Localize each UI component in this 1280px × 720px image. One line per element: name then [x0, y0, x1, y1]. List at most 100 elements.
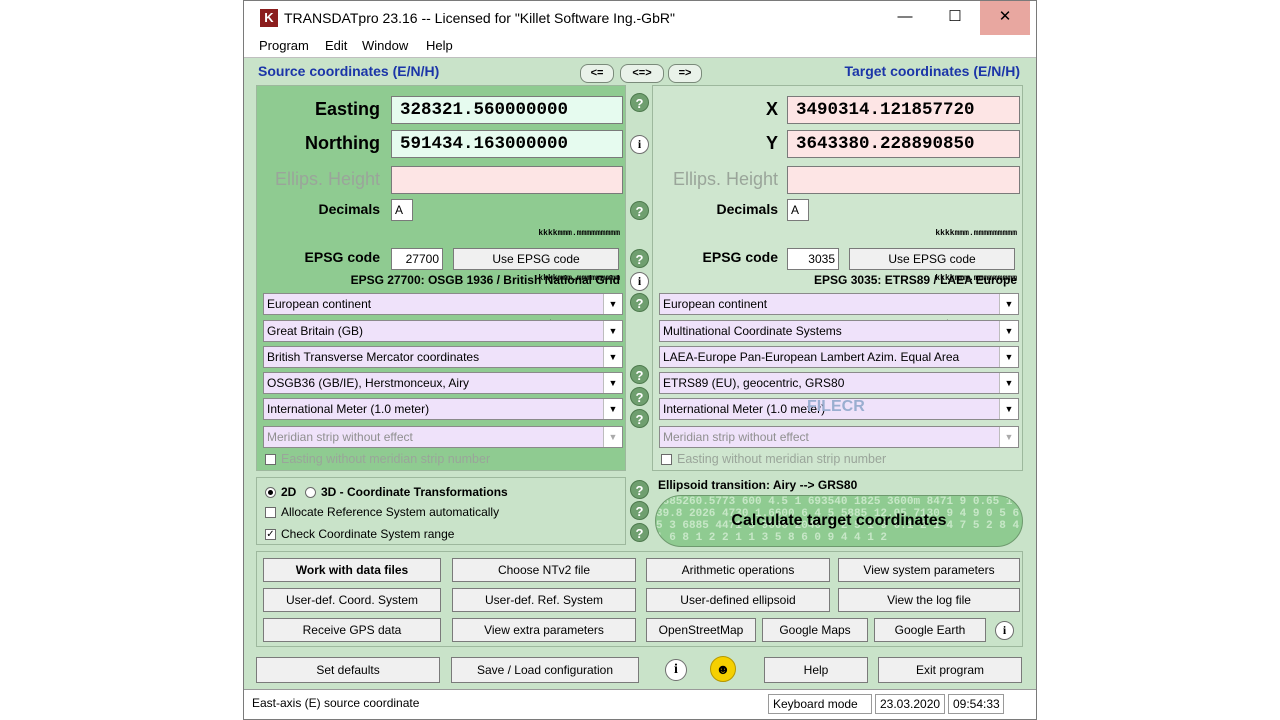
country-select[interactable]: Multinational Coordinate Systems ▼	[659, 320, 1019, 342]
select-value: ETRS89 (EU), geocentric, GRS80	[663, 376, 845, 390]
user-defined-ellipsoid-button[interactable]: User-defined ellipsoid	[646, 588, 830, 612]
google-earth-button[interactable]: Google Earth	[874, 618, 986, 642]
choose-ntv2-button[interactable]: Choose NTv2 file	[452, 558, 636, 582]
arithmetic-operations-button[interactable]: Arithmetic operations	[646, 558, 830, 582]
help-icon[interactable]: ?	[630, 365, 649, 384]
strip-number-checkbox[interactable]	[265, 454, 276, 465]
ellips-height-label: Ellips. Height	[672, 169, 778, 189]
close-button[interactable]: ✕	[980, 1, 1030, 35]
chevron-down-icon: ▼	[603, 427, 622, 447]
save-load-config-button[interactable]: Save / Load configuration	[451, 657, 639, 683]
coordinate-system-select[interactable]: LAEA-Europe Pan-European Lambert Azim. E…	[659, 346, 1019, 368]
calculate-button[interactable]: 1885260.5773 600 4.5 1 693540 1825 3600m…	[655, 495, 1023, 547]
y-label: Y	[765, 133, 778, 153]
ellips-height-output[interactable]	[787, 166, 1020, 194]
epsg-input[interactable]: 27700	[391, 248, 443, 270]
chevron-down-icon: ▼	[603, 321, 622, 341]
epsg-input[interactable]: 3035	[787, 248, 839, 270]
strip-number-label: Easting without meridian strip number	[677, 452, 887, 466]
unit-select[interactable]: International Meter (1.0 meter) ▼	[263, 398, 623, 420]
status-bar: East-axis (E) source coordinate Keyboard…	[244, 689, 1036, 719]
format-line: kkkkmmm.mmmmmmmmm	[538, 229, 620, 238]
strip-number-checkbox[interactable]	[661, 454, 672, 465]
source-panel: Easting 328321.560000000 Northing 591434…	[256, 85, 626, 471]
ellipsoid-transition: Ellipsoid transition: Airy --> GRS80	[658, 478, 858, 492]
chevron-down-icon: ▼	[603, 294, 622, 314]
mode-2d-radio[interactable]	[265, 487, 276, 498]
help-button[interactable]: Help	[764, 657, 868, 683]
check-range-checkbox[interactable]: ✓	[265, 529, 276, 540]
target-header: Target coordinates (E/N/H)	[844, 63, 1020, 79]
continent-select[interactable]: European continent ▼	[659, 293, 1019, 315]
strip-number-label: Easting without meridian strip number	[281, 452, 491, 466]
meridian-strip-select[interactable]: Meridian strip without effect ▼	[659, 426, 1019, 448]
menu-help[interactable]: Help	[426, 38, 453, 53]
info-icon[interactable]: i	[995, 621, 1014, 640]
mode-3d-radio[interactable]	[305, 487, 316, 498]
smiley-icon[interactable]: ☻	[710, 656, 736, 682]
chevron-down-icon: ▼	[999, 294, 1018, 314]
menu-program[interactable]: Program	[259, 38, 309, 53]
status-message: East-axis (E) source coordinate	[252, 696, 420, 710]
set-defaults-button[interactable]: Set defaults	[256, 657, 440, 683]
copy-left-button[interactable]: <=	[580, 64, 614, 83]
select-value: European continent	[267, 297, 372, 311]
select-value: Meridian strip without effect	[267, 430, 413, 444]
user-def-ref-system-button[interactable]: User-def. Ref. System	[452, 588, 636, 612]
reference-system-select[interactable]: ETRS89 (EU), geocentric, GRS80 ▼	[659, 372, 1019, 394]
check-range-label: Check Coordinate System range	[281, 527, 455, 541]
allocate-label: Allocate Reference System automatically	[281, 505, 500, 519]
info-icon[interactable]: i	[630, 272, 649, 291]
swap-button[interactable]: <=>	[620, 64, 664, 83]
help-icon[interactable]: ?	[630, 480, 649, 499]
help-icon[interactable]: ?	[630, 93, 649, 112]
status-date: 23.03.2020	[875, 694, 945, 714]
menu-edit[interactable]: Edit	[325, 38, 347, 53]
view-extra-parameters-button[interactable]: View extra parameters	[452, 618, 636, 642]
northing-label: Northing	[305, 133, 380, 153]
continent-select[interactable]: European continent ▼	[263, 293, 623, 315]
exit-program-button[interactable]: Exit program	[878, 657, 1022, 683]
receive-gps-button[interactable]: Receive GPS data	[263, 618, 441, 642]
help-icon[interactable]: ?	[630, 249, 649, 268]
help-icon[interactable]: ?	[630, 501, 649, 520]
menu-bar: Program Edit Window Help	[244, 35, 1036, 58]
info-icon[interactable]: i	[630, 135, 649, 154]
use-epsg-button[interactable]: Use EPSG code	[849, 248, 1015, 270]
view-system-parameters-button[interactable]: View system parameters	[838, 558, 1020, 582]
tools-panel: Work with data files Choose NTv2 file Ar…	[256, 551, 1023, 647]
info-icon[interactable]: i	[665, 659, 687, 681]
decimals-input[interactable]: A	[787, 199, 809, 221]
minimize-button[interactable]: —	[880, 1, 930, 35]
help-icon[interactable]: ?	[630, 201, 649, 220]
x-output[interactable]: 3490314.121857720	[787, 96, 1020, 124]
easting-input[interactable]: 328321.560000000	[391, 96, 623, 124]
use-epsg-button[interactable]: Use EPSG code	[453, 248, 619, 270]
google-maps-button[interactable]: Google Maps	[762, 618, 868, 642]
work-with-data-files-button[interactable]: Work with data files	[263, 558, 441, 582]
chevron-down-icon: ▼	[603, 373, 622, 393]
user-def-coord-system-button[interactable]: User-def. Coord. System	[263, 588, 441, 612]
reference-system-select[interactable]: OSGB36 (GB/IE), Herstmonceux, Airy ▼	[263, 372, 623, 394]
allocate-checkbox[interactable]	[265, 507, 276, 518]
view-log-file-button[interactable]: View the log file	[838, 588, 1020, 612]
ellips-height-input[interactable]	[391, 166, 623, 194]
country-select[interactable]: Great Britain (GB) ▼	[263, 320, 623, 342]
decimals-input[interactable]: A	[391, 199, 413, 221]
mode-2d-label: 2D	[281, 485, 297, 499]
select-value: OSGB36 (GB/IE), Herstmonceux, Airy	[267, 376, 470, 390]
coordinate-system-select[interactable]: British Transverse Mercator coordinates ▼	[263, 346, 623, 368]
maximize-button[interactable]: ☐	[930, 1, 980, 35]
select-value: Meridian strip without effect	[663, 430, 809, 444]
y-output[interactable]: 3643380.228890850	[787, 130, 1020, 158]
calculate-label: Calculate target coordinates	[731, 512, 947, 529]
copy-right-button[interactable]: =>	[668, 64, 702, 83]
help-icon[interactable]: ?	[630, 293, 649, 312]
menu-window[interactable]: Window	[362, 38, 408, 53]
meridian-strip-select[interactable]: Meridian strip without effect ▼	[263, 426, 623, 448]
northing-input[interactable]: 591434.163000000	[391, 130, 623, 158]
help-icon[interactable]: ?	[630, 523, 649, 542]
openstreetmap-button[interactable]: OpenStreetMap	[646, 618, 756, 642]
help-icon[interactable]: ?	[630, 409, 649, 428]
help-icon[interactable]: ?	[630, 387, 649, 406]
